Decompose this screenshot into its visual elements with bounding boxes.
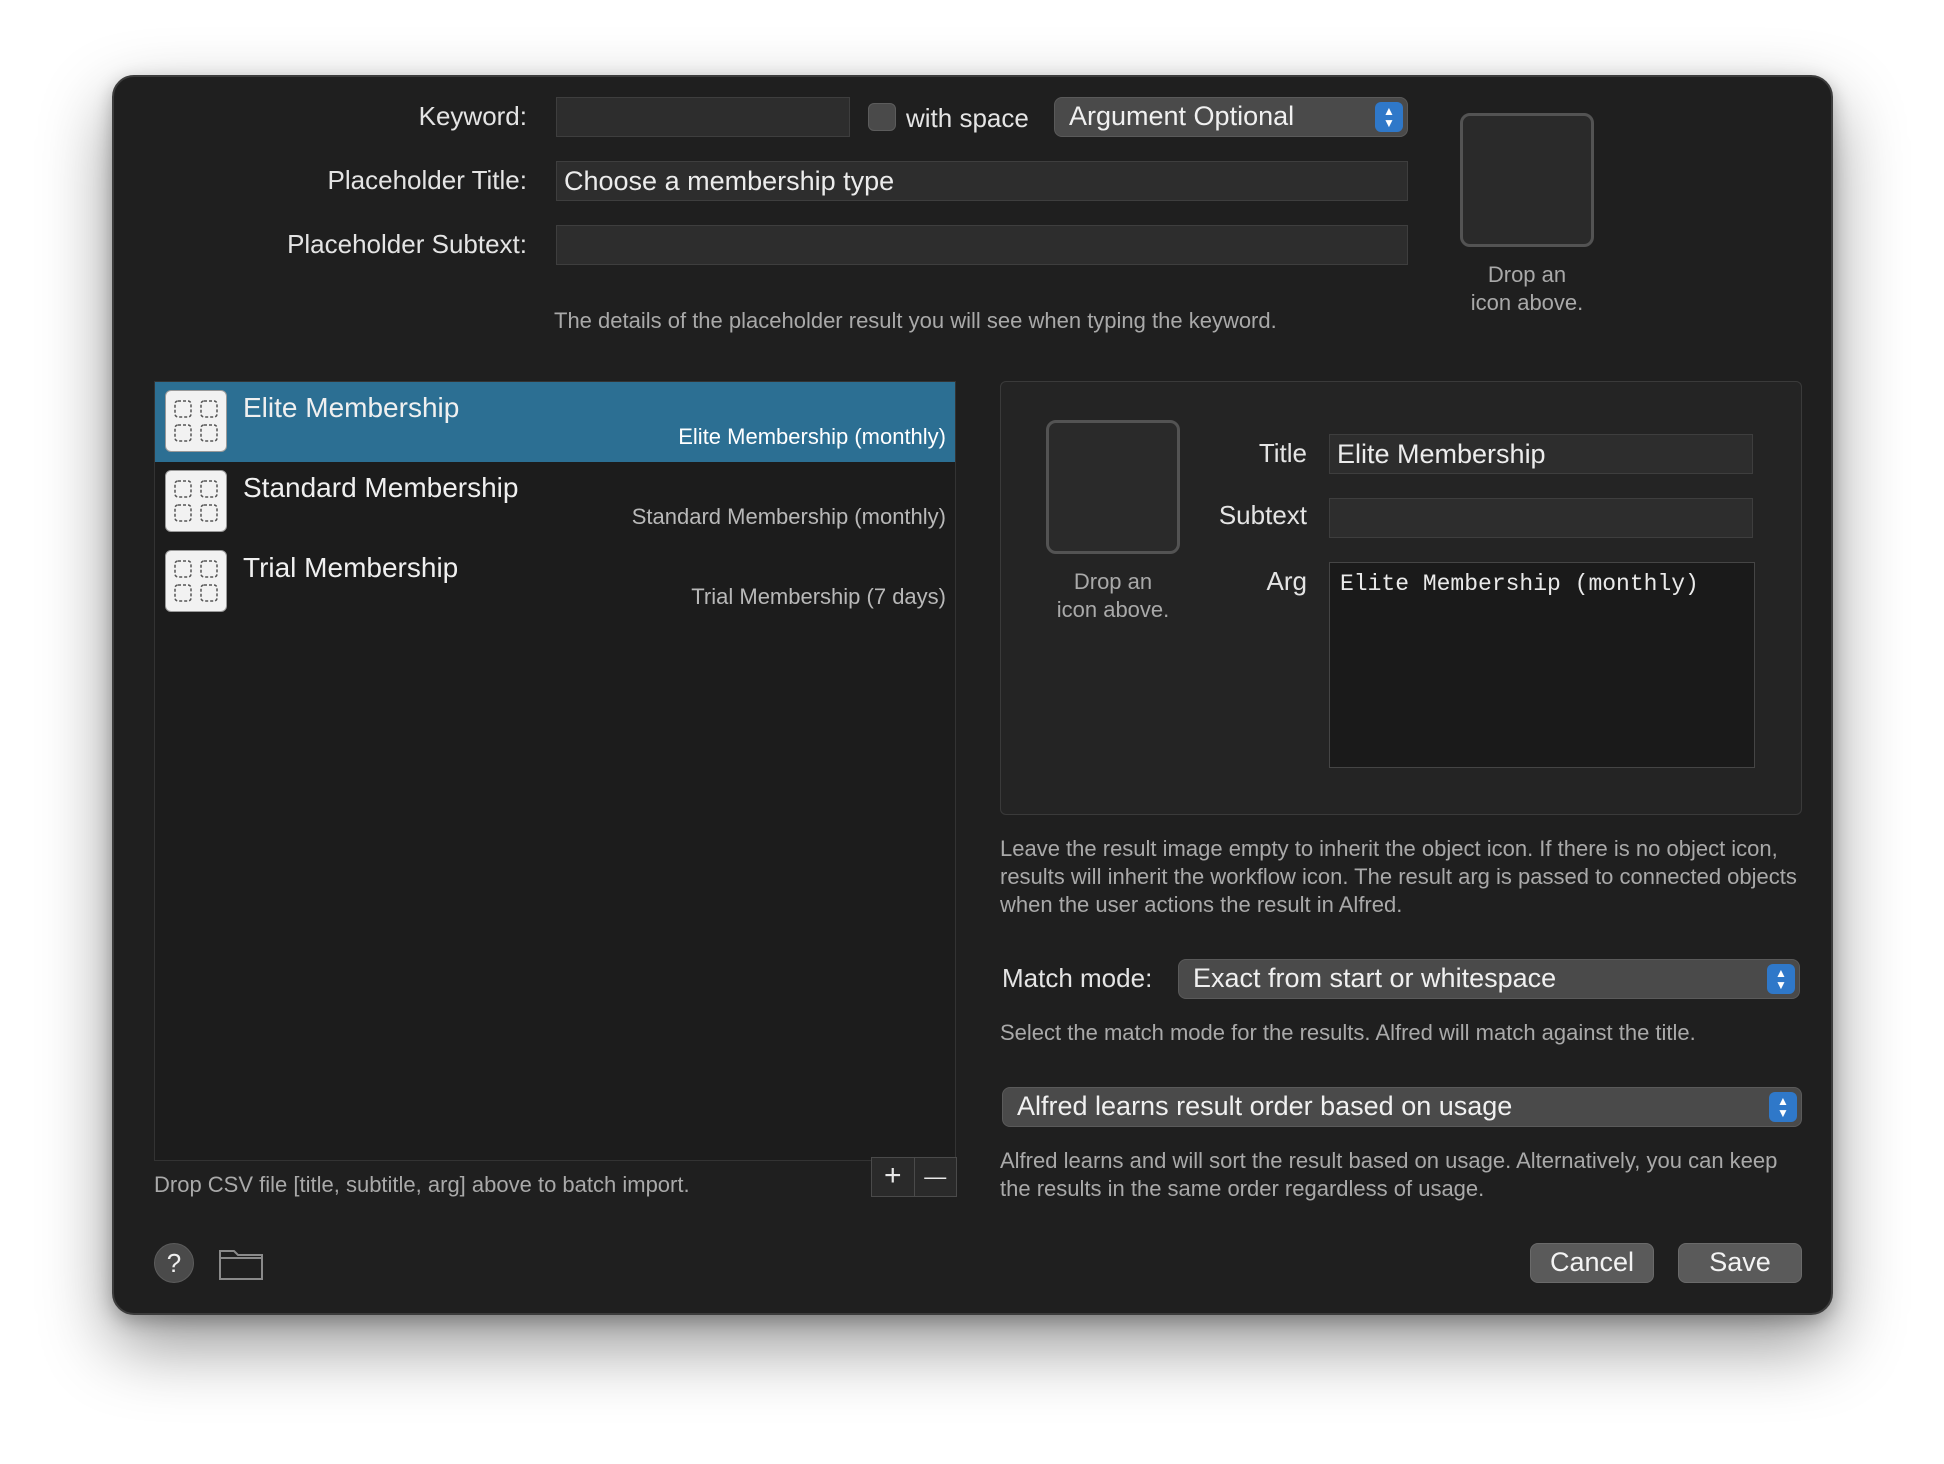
cancel-button[interactable]: Cancel	[1530, 1243, 1654, 1283]
match-mode-label: Match mode:	[1002, 963, 1153, 993]
result-title: Trial Membership	[243, 552, 459, 583]
workflow-icon-caption: Drop an icon above.	[1470, 262, 1584, 315]
keyword-label: Keyword:	[418, 101, 527, 131]
csv-import-hint: Drop CSV file [title, subtitle, arg] abo…	[154, 1172, 690, 1197]
result-arg-textarea[interactable]: Elite Membership (monthly)	[1329, 562, 1755, 768]
placeholder-title-label: Placeholder Title:	[327, 165, 527, 195]
result-placeholder-icon	[165, 390, 227, 452]
add-row-button[interactable]: +	[872, 1158, 915, 1196]
result-title-input[interactable]: Elite Membership	[1329, 434, 1753, 474]
result-title-label: Title	[1258, 438, 1307, 468]
placeholder-subtext-input[interactable]	[556, 225, 1408, 265]
placeholder-title-input[interactable]: Choose a membership type	[556, 161, 1408, 201]
folder-icon	[219, 1250, 263, 1280]
argument-mode-value: Argument Optional	[1069, 101, 1295, 131]
help-button[interactable]: ?	[154, 1243, 194, 1283]
result-ordering-value: Alfred learns result order based on usag…	[1017, 1091, 1513, 1121]
folder-button[interactable]	[218, 1245, 264, 1281]
workflow-icon-drop-well[interactable]	[1460, 113, 1594, 247]
result-subtext-input[interactable]	[1329, 498, 1753, 538]
popup-chevrons-icon: ▲ ▼	[1769, 1092, 1797, 1122]
placeholder-hint: The details of the placeholder result yo…	[554, 308, 1277, 333]
result-title: Elite Membership	[243, 392, 460, 423]
list-item[interactable]: Elite Membership Elite Membership (month…	[155, 382, 955, 462]
placeholder-subtext-label: Placeholder Subtext:	[287, 229, 527, 259]
argument-mode-popup[interactable]: Argument Optional ▲ ▼	[1054, 97, 1408, 137]
add-remove-segmented-control: + —	[871, 1157, 957, 1197]
match-mode-value: Exact from start or whitespace	[1193, 963, 1557, 993]
help-icon: ?	[166, 1248, 182, 1278]
result-icon-caption: Drop an icon above.	[1056, 569, 1170, 622]
save-button[interactable]: Save	[1678, 1243, 1802, 1283]
popup-chevrons-icon: ▲ ▼	[1375, 102, 1403, 132]
result-title: Standard Membership	[243, 472, 519, 503]
result-placeholder-icon	[165, 550, 227, 612]
result-ordering-popup[interactable]: Alfred learns result order based on usag…	[1002, 1087, 1802, 1127]
result-subtitle: Elite Membership (monthly)	[678, 424, 946, 449]
remove-row-button[interactable]: —	[915, 1158, 957, 1196]
results-list[interactable]: Elite Membership Elite Membership (month…	[154, 381, 956, 1161]
match-mode-popup[interactable]: Exact from start or whitespace ▲ ▼	[1178, 959, 1800, 999]
list-filter-config-window: Keyword: with space Argument Optional ▲ ▼…	[112, 75, 1833, 1315]
popup-chevrons-icon: ▲ ▼	[1767, 964, 1795, 994]
result-subtitle: Trial Membership (7 days)	[691, 584, 946, 609]
result-icon-drop-well[interactable]	[1046, 420, 1180, 554]
result-arg-label: Arg	[1266, 566, 1307, 596]
result-placeholder-icon	[165, 470, 227, 532]
with-space-label: with space	[906, 103, 1029, 133]
result-detail-hint: Leave the result image empty to inherit …	[1000, 836, 1797, 917]
result-detail-panel: Drop an icon above. Title Elite Membersh…	[1000, 381, 1802, 815]
with-space-checkbox[interactable]	[868, 103, 896, 131]
result-subtext-label: Subtext	[1218, 500, 1307, 530]
list-item[interactable]: Trial Membership Trial Membership (7 day…	[155, 542, 955, 622]
result-subtitle: Standard Membership (monthly)	[631, 504, 946, 529]
list-item[interactable]: Standard Membership Standard Membership …	[155, 462, 955, 542]
match-mode-hint: Select the match mode for the results. A…	[1000, 1020, 1696, 1045]
result-ordering-hint: Alfred learns and will sort the result b…	[1000, 1148, 1778, 1201]
keyword-input[interactable]	[556, 97, 850, 137]
